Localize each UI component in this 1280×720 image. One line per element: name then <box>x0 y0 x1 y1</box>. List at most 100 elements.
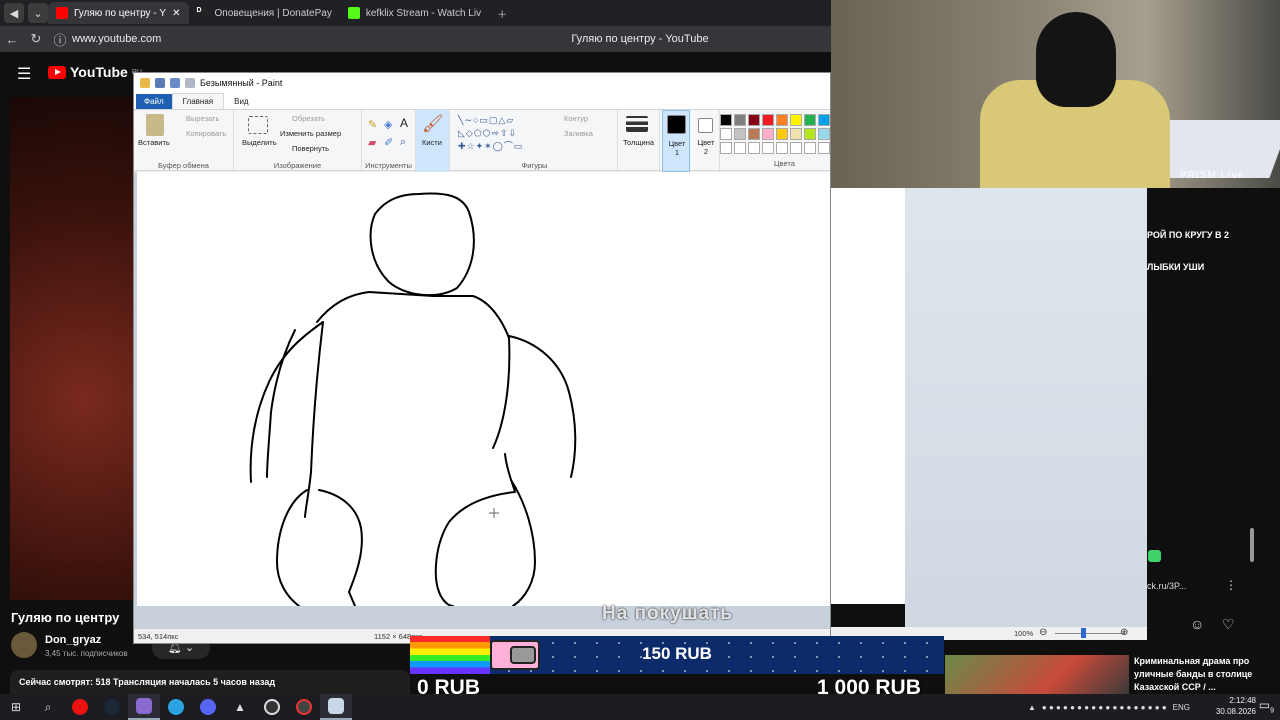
close-tab-icon[interactable]: ✕ <box>172 8 180 19</box>
color-swatch[interactable] <box>776 142 788 154</box>
recommended-title[interactable]: Криминальная драма про уличные банды в с… <box>1134 655 1274 694</box>
color-swatch[interactable] <box>762 114 774 126</box>
url-field[interactable]: www.youtube.com <box>72 33 161 45</box>
redo-icon[interactable] <box>185 77 195 88</box>
magnifier-icon[interactable]: ⌕ <box>400 136 406 149</box>
tray-overflow-icon[interactable]: ▲ <box>1028 703 1036 712</box>
color-swatch[interactable] <box>776 128 788 140</box>
fill-icon[interactable]: ◈ <box>384 118 392 131</box>
color-swatch[interactable] <box>790 128 802 140</box>
crop-button[interactable]: Обрезать <box>292 114 325 123</box>
zoom-slider-thumb[interactable] <box>1081 628 1086 638</box>
color-picker-icon[interactable]: ✐ <box>384 136 393 149</box>
zoom-in-icon[interactable]: ⊕ <box>1120 627 1128 638</box>
clipboard-label: Буфер обмена <box>158 161 209 170</box>
prism-icon[interactable] <box>128 694 160 720</box>
select-button[interactable]: Выделить <box>242 138 277 147</box>
text-icon[interactable]: A <box>400 116 408 130</box>
menu-file[interactable]: Файл <box>136 94 172 109</box>
menu-view[interactable]: Вид <box>224 94 258 109</box>
tab-audio-icon[interactable]: ◀ <box>4 3 24 23</box>
color-swatch[interactable] <box>734 128 746 140</box>
record-icon[interactable] <box>288 694 320 720</box>
undo-icon[interactable] <box>170 77 180 88</box>
color-swatch[interactable] <box>734 114 746 126</box>
notification-center-icon[interactable]: ▭9 <box>1259 698 1274 714</box>
emoji-icon[interactable]: ☺ <box>1190 616 1204 632</box>
save-icon[interactable] <box>155 77 165 88</box>
color-swatch[interactable] <box>720 128 732 140</box>
brushes-button[interactable]: 🖌︎ Кисти <box>416 110 450 172</box>
discord-icon[interactable] <box>192 694 224 720</box>
color-swatch[interactable] <box>804 114 816 126</box>
color-swatch[interactable] <box>804 128 816 140</box>
paint-canvas[interactable] <box>137 172 830 607</box>
chat-scrollbar[interactable] <box>1250 528 1254 562</box>
recommended-thumbnail[interactable] <box>945 655 1129 695</box>
brushes-label: Кисти <box>422 138 442 147</box>
rotate-button[interactable]: Повернуть <box>292 144 329 153</box>
paint-canvas-extension[interactable] <box>831 188 905 604</box>
channel-name[interactable]: Don_gryaz <box>45 634 101 646</box>
app-triangle-icon[interactable]: ▲ <box>224 694 256 720</box>
color-swatch[interactable] <box>762 128 774 140</box>
copy-button[interactable]: Копировать <box>186 129 226 138</box>
start-icon[interactable]: ⊞ <box>0 694 32 720</box>
cut-button[interactable]: Вырезать <box>186 114 219 123</box>
youtube-logo[interactable]: YouTube RU <box>48 64 142 80</box>
color-swatch[interactable] <box>748 114 760 126</box>
eraser-icon[interactable]: ▰ <box>368 136 376 149</box>
color-swatch[interactable] <box>818 114 830 126</box>
tab-youtube[interactable]: Гуляю по центру - Y ✕ <box>48 2 189 24</box>
tray-app-icons[interactable]: ● ● ● ● ● ● ● ● ● ● ● ● ● ● ● ● ● ● <box>1042 703 1167 712</box>
paint-taskbar-icon[interactable] <box>320 694 352 720</box>
webcam-person-head <box>1036 12 1116 107</box>
telegram-icon[interactable] <box>160 694 192 720</box>
new-tab-button[interactable]: ＋ <box>489 2 515 24</box>
color-swatch[interactable] <box>790 114 802 126</box>
tab-list-chevron-icon[interactable]: ⌄ <box>28 3 48 23</box>
zoom-slider[interactable] <box>1055 633 1125 634</box>
site-info-icon[interactable]: ⓘ <box>48 30 72 49</box>
menu-home[interactable]: Главная <box>171 93 225 109</box>
search-icon[interactable]: ⌕ <box>32 694 64 720</box>
color-swatch[interactable] <box>790 142 802 154</box>
color-swatch[interactable] <box>818 128 830 140</box>
color-swatch[interactable] <box>734 142 746 154</box>
steam-icon[interactable] <box>96 694 128 720</box>
more-options-icon[interactable]: ⋮ <box>1225 578 1237 592</box>
reload-icon[interactable]: ↻ <box>24 31 48 47</box>
channel-avatar[interactable] <box>11 632 37 658</box>
heart-icon[interactable]: ♡ <box>1222 616 1235 633</box>
system-clock[interactable]: 2:12:48 30.08.2026 <box>1216 695 1256 717</box>
back-icon[interactable]: ← <box>0 32 24 47</box>
video-player[interactable] <box>10 97 135 600</box>
tab-donatepay[interactable]: D Оповещения | DonatePay <box>189 2 340 24</box>
color-swatch[interactable] <box>720 114 732 126</box>
obs-icon[interactable] <box>256 694 288 720</box>
color1-button[interactable]: Цвет 1 <box>662 110 690 172</box>
outline-button[interactable]: Контур <box>564 114 588 123</box>
size-button[interactable]: Толщина <box>618 110 660 172</box>
fill-button[interactable]: Заливка <box>564 129 593 138</box>
color-swatch[interactable] <box>748 142 760 154</box>
color-swatch[interactable] <box>776 114 788 126</box>
color-swatch[interactable] <box>804 142 816 154</box>
yandex-browser-icon[interactable] <box>64 694 96 720</box>
chat-pinned-link[interactable]: ck.ru/3P... <box>1147 581 1186 591</box>
zoom-out-icon[interactable]: ⊖ <box>1039 627 1047 638</box>
paste-icon[interactable] <box>146 114 164 136</box>
paste-button[interactable]: Вставить <box>138 138 170 147</box>
color-swatch[interactable] <box>818 142 830 154</box>
select-icon[interactable] <box>248 116 268 134</box>
menu-icon[interactable]: ☰ <box>17 64 31 84</box>
color-swatch[interactable] <box>720 142 732 154</box>
pencil-icon[interactable]: ✎ <box>368 118 377 131</box>
tab-kick[interactable]: kefklix Stream - Watch Liv <box>340 2 489 24</box>
language-indicator[interactable]: ENG <box>1173 703 1190 712</box>
shapes-gallery[interactable]: ╲∼○▭▢△▱ ◺◇⬠⬡⇨⇧⇩ ✚☆✦✶◯⌒▭ <box>458 114 523 153</box>
resize-button[interactable]: Изменить размер <box>280 129 341 138</box>
color-swatch[interactable] <box>748 128 760 140</box>
color2-button[interactable]: Цвет 2 <box>692 110 720 172</box>
color-swatch[interactable] <box>762 142 774 154</box>
